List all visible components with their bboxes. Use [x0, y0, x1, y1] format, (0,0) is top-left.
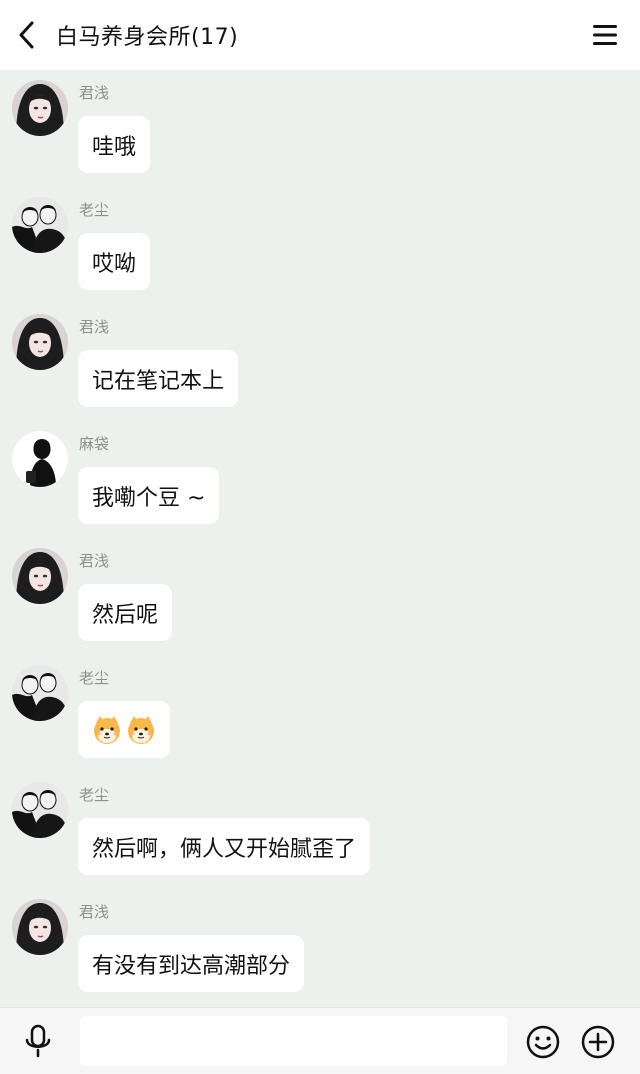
- message-bubble[interactable]: 记在笔记本上: [78, 350, 239, 407]
- more-button[interactable]: [580, 1024, 616, 1060]
- back-button[interactable]: [2, 0, 52, 70]
- avatar[interactable]: [12, 899, 68, 955]
- avatar[interactable]: [12, 782, 68, 838]
- plus-circle-icon: [581, 1025, 615, 1059]
- message-item: 老尘 然后啊，俩人又开始腻歪了: [0, 772, 640, 889]
- chat-title: 白马养身会所(17): [56, 25, 239, 50]
- shiba-dog-emoji-icon: [127, 715, 155, 744]
- chat-screen: 白马养身会所(17) 君浅 哇哦 老尘 哎呦 君浅 记在笔记本上 麻袋 我嘞个豆…: [0, 0, 640, 1074]
- input-bar: [0, 1007, 640, 1074]
- message-bubble[interactable]: 然后啊，俩人又开始腻歪了: [78, 818, 371, 875]
- sender-name: 老尘: [79, 786, 110, 804]
- avatar[interactable]: [12, 665, 68, 721]
- message-input[interactable]: [80, 1016, 507, 1066]
- avatar[interactable]: [12, 80, 68, 136]
- message-bubble[interactable]: 哇哦: [78, 116, 151, 173]
- emoji-button[interactable]: [525, 1024, 561, 1060]
- message-bubble[interactable]: 我嘞个豆 ~: [78, 467, 220, 524]
- message-item: 老尘: [0, 655, 640, 772]
- smiley-icon: [526, 1025, 560, 1059]
- sender-name: 君浅: [79, 903, 110, 921]
- hamburger-menu-icon: [593, 25, 617, 45]
- avatar[interactable]: [12, 548, 68, 604]
- avatar[interactable]: [12, 197, 68, 253]
- avatar[interactable]: [12, 314, 68, 370]
- message-bubble[interactable]: 有没有到达高潮部分: [78, 935, 305, 992]
- sender-name: 君浅: [79, 552, 110, 570]
- shiba-dog-emoji-icon: [93, 715, 121, 744]
- sender-name: 麻袋: [79, 435, 110, 453]
- chat-header: 白马养身会所(17): [0, 0, 640, 70]
- sender-name: 君浅: [79, 318, 110, 336]
- message-item: 君浅 有没有到达高潮部分: [0, 889, 640, 1006]
- menu-button[interactable]: [590, 20, 620, 50]
- avatar[interactable]: [12, 431, 68, 487]
- sender-name: 老尘: [79, 669, 110, 687]
- emoji-row: [92, 715, 156, 745]
- message-list[interactable]: 君浅 哇哦 老尘 哎呦 君浅 记在笔记本上 麻袋 我嘞个豆 ~ 君浅 然后呢 老…: [0, 70, 640, 1007]
- message-bubble[interactable]: 然后呢: [78, 584, 173, 641]
- chevron-left-icon: [19, 21, 34, 49]
- message-item: 麻袋 我嘞个豆 ~: [0, 421, 640, 538]
- message-item: 老尘 哎呦: [0, 187, 640, 304]
- voice-button[interactable]: [20, 1023, 56, 1059]
- message-item: 君浅 然后呢: [0, 538, 640, 655]
- microphone-icon: [25, 1024, 51, 1058]
- message-item: 君浅 记在笔记本上: [0, 304, 640, 421]
- sender-name: 老尘: [79, 201, 110, 219]
- message-item: 君浅 哇哦: [0, 70, 640, 187]
- message-bubble[interactable]: [78, 701, 170, 758]
- sender-name: 君浅: [79, 84, 110, 102]
- message-bubble[interactable]: 哎呦: [78, 233, 151, 290]
